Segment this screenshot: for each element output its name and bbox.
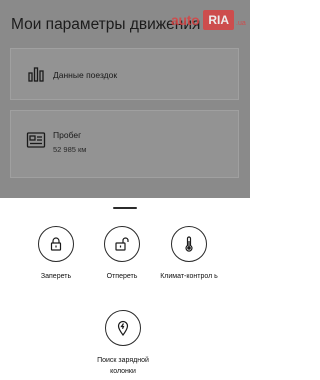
lock-icon — [50, 237, 62, 251]
location-pin-icon — [117, 320, 129, 336]
trip-data-label: Данные поездок — [53, 70, 118, 80]
lock-button[interactable]: Запереть — [21, 226, 91, 282]
find-charging-station-label: Поиск зарядной колонки — [97, 357, 149, 375]
bottom-sheet: Запереть Отпереть Климат-контрол ь Поиск… — [0, 198, 250, 380]
find-charging-station-button-circle[interactable] — [105, 310, 141, 346]
thermometer-icon — [185, 236, 193, 252]
logo-text-ua: .ua — [236, 20, 246, 27]
mileage-label: Пробег — [53, 130, 82, 140]
trip-data-card[interactable]: Данные поездок — [10, 48, 239, 100]
unlock-icon — [115, 237, 129, 251]
unlock-button[interactable]: Отпереть — [87, 226, 157, 282]
climate-control-button-circle[interactable] — [171, 226, 207, 262]
find-charging-station-button[interactable]: Поиск зарядной колонки — [88, 310, 158, 377]
autoria-watermark-logo: auto RIA .ua — [171, 9, 246, 31]
mileage-card[interactable]: Пробег 52 985 км — [10, 110, 239, 178]
unlock-button-circle[interactable] — [104, 226, 140, 262]
mileage-value: 52 985 км — [53, 145, 87, 154]
background-screen: Мои параметры движения Данные поездок Пр… — [0, 0, 250, 198]
odometer-icon — [26, 131, 46, 149]
sheet-drag-handle[interactable] — [113, 207, 137, 209]
climate-control-label: Климат-контрол ь — [160, 273, 218, 280]
logo-text-ria: RIA — [203, 10, 235, 30]
bar-chart-icon — [26, 65, 46, 83]
logo-text-auto: auto — [171, 12, 200, 28]
unlock-label: Отпереть — [106, 273, 138, 280]
climate-control-button[interactable]: Климат-контрол ь — [154, 226, 224, 282]
lock-label: Запереть — [40, 273, 72, 280]
lock-button-circle[interactable] — [38, 226, 74, 262]
